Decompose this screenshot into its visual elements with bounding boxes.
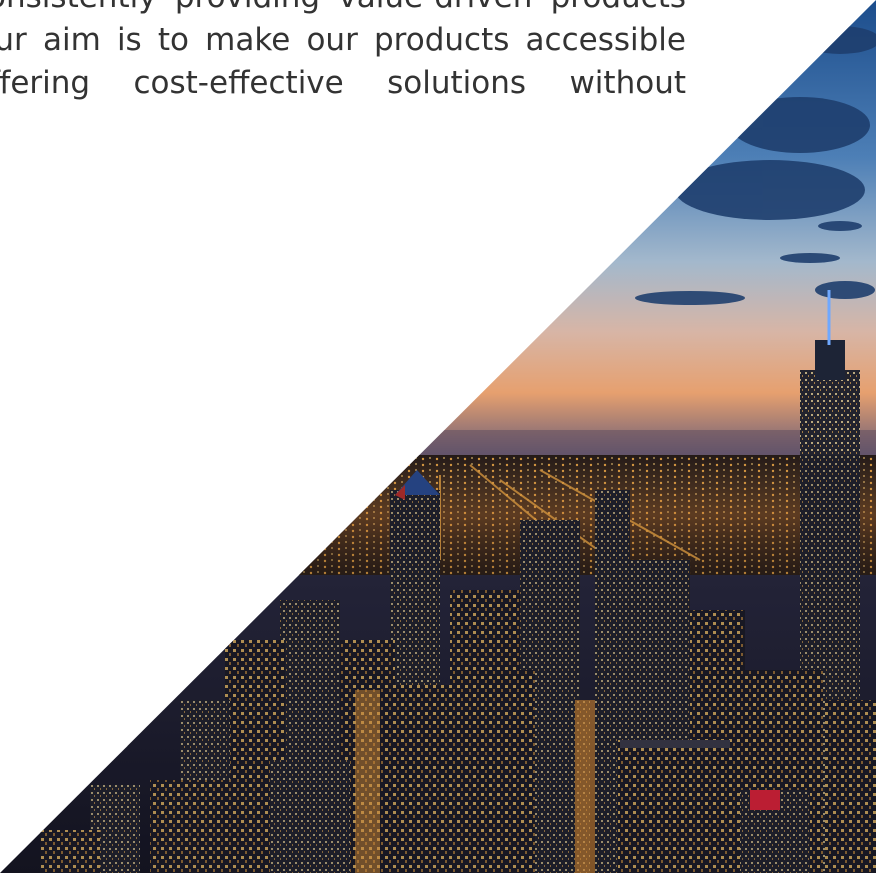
page: consistently providing value-driven prod… (0, 0, 876, 873)
intro-line: Our aim is to make our products accessib… (0, 22, 686, 58)
intro-line: consistently providing value-driven prod… (0, 0, 686, 19)
intro-paragraph: consistently providing value-driven prod… (0, 0, 686, 105)
intro-line: offering cost-effective solutions withou… (0, 65, 686, 101)
photo-content (0, 0, 876, 873)
city-skyline-image (0, 0, 876, 873)
